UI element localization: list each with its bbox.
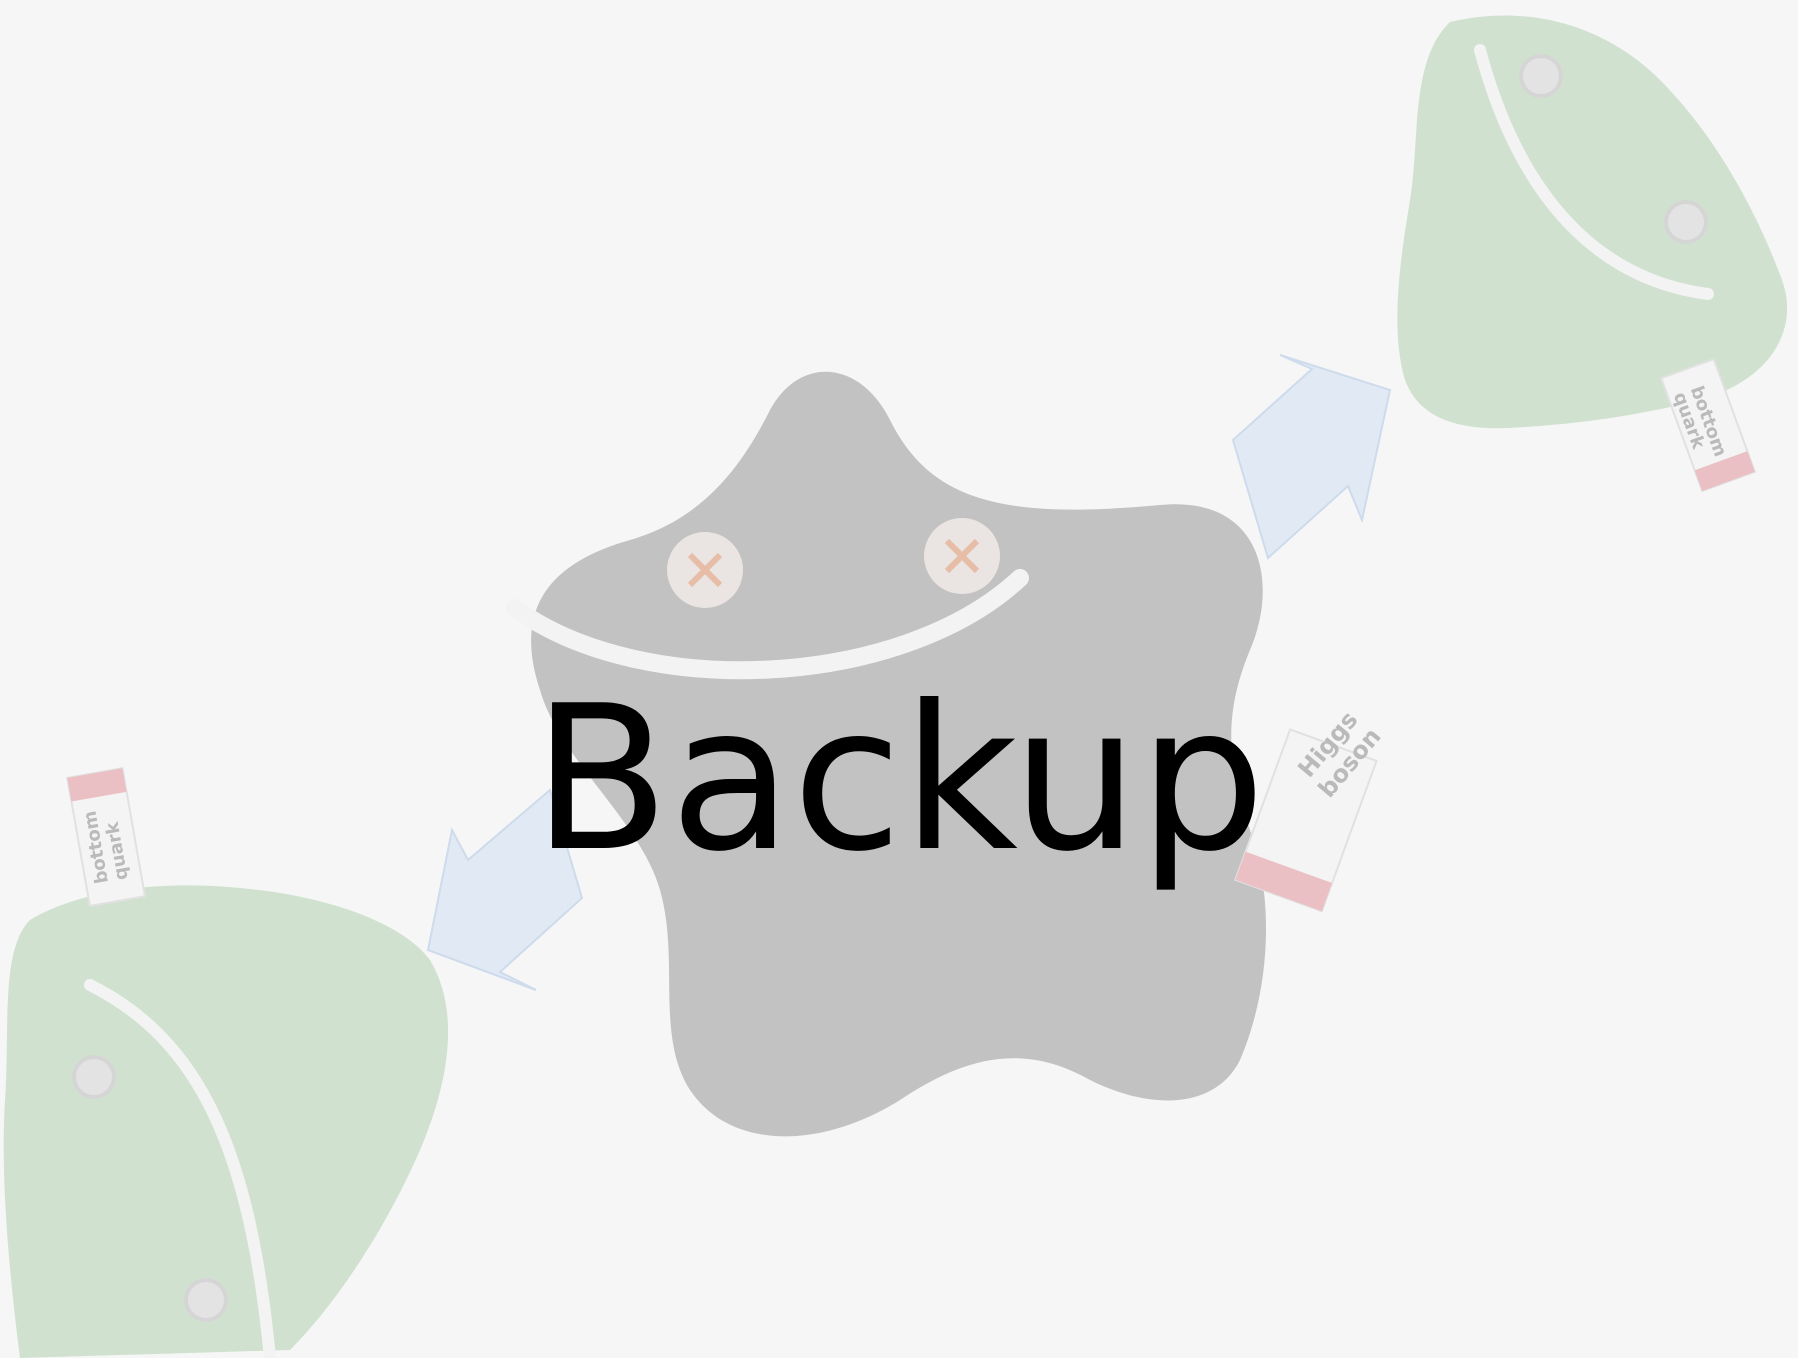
slide-title: Backup xyxy=(532,663,1266,896)
slide: Higgs boson bottom quark bottom quark Ba… xyxy=(0,0,1798,1358)
